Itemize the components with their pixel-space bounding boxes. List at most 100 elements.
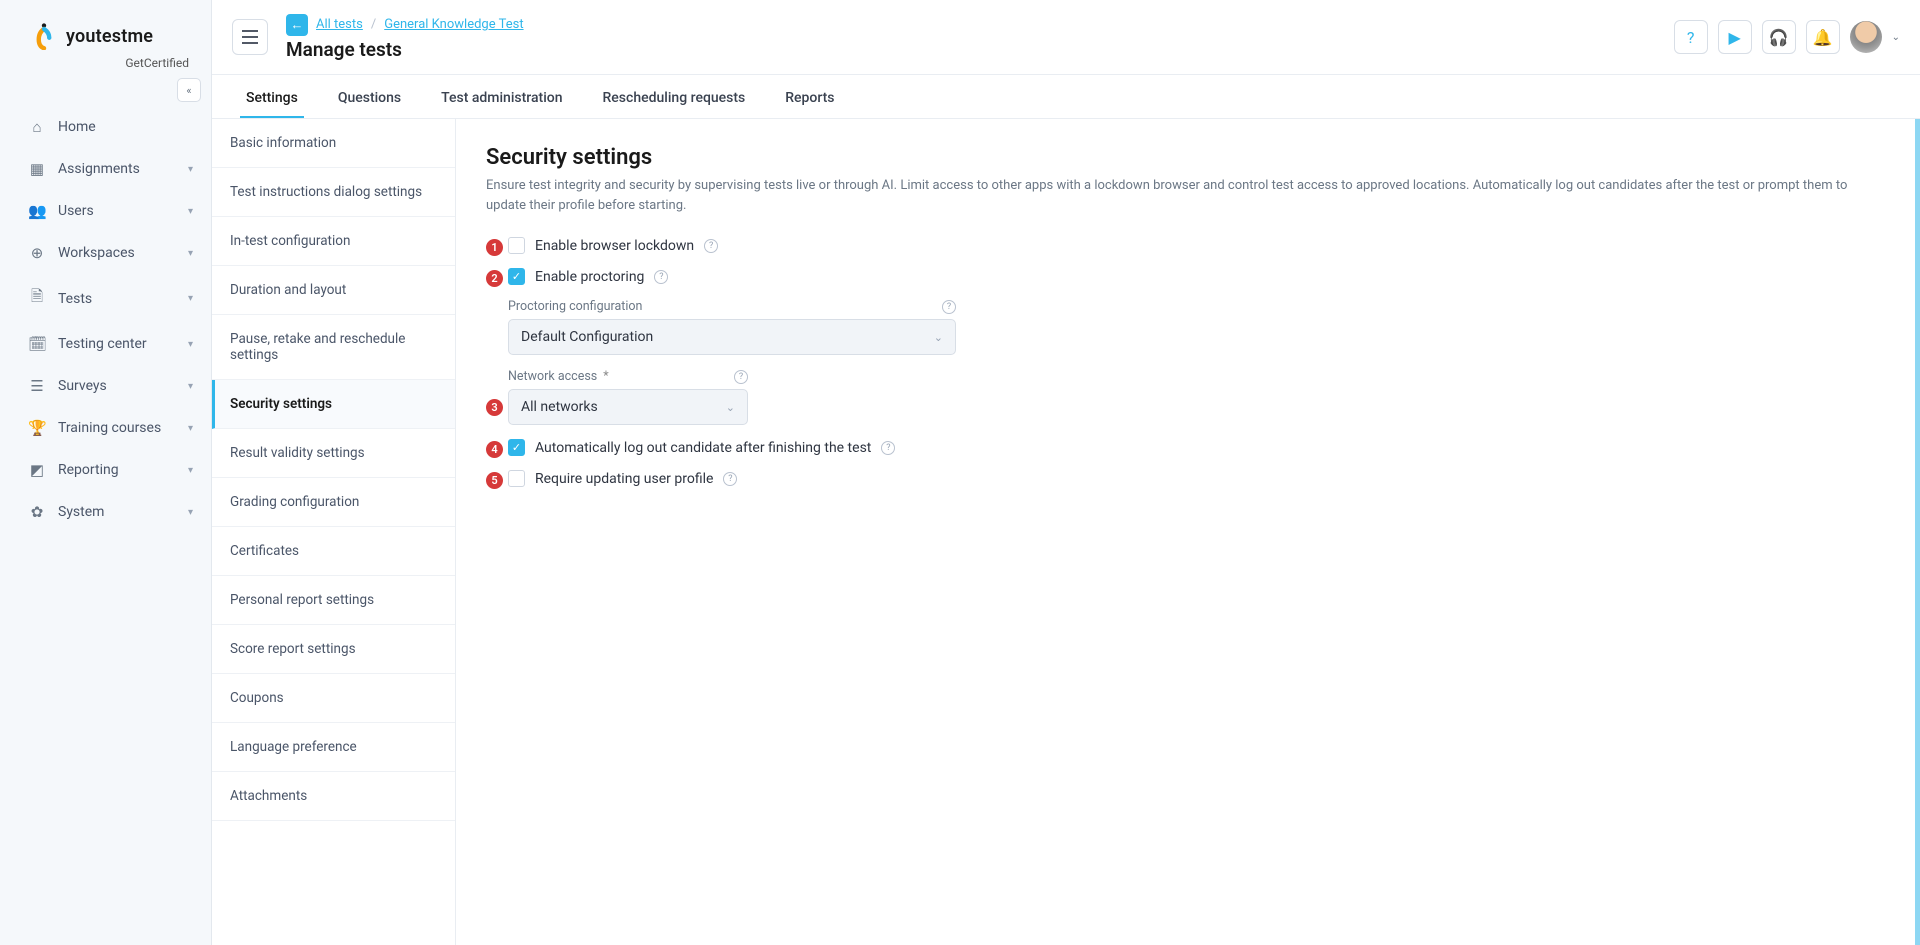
help-button[interactable]: ? <box>1674 20 1708 54</box>
tab-test-administration[interactable]: Test administration <box>435 78 568 118</box>
bell-icon: 🔔 <box>1813 28 1833 47</box>
chevron-down-icon: ▾ <box>188 248 193 259</box>
settings-basic-information[interactable]: Basic information <box>212 119 455 168</box>
checkbox-auto-logout[interactable]: ✓ <box>508 439 525 456</box>
settings-certificates[interactable]: Certificates <box>212 527 455 576</box>
header: ← All tests / General Knowledge Test Man… <box>212 0 1920 75</box>
select-network-access[interactable]: All networks ⌄ <box>508 389 748 425</box>
nav-reporting[interactable]: ◩Reporting▾ <box>0 449 211 491</box>
tab-settings[interactable]: Settings <box>240 78 304 118</box>
notifications-button[interactable]: 🔔 <box>1806 20 1840 54</box>
option-browser-lockdown: 1 Enable browser lockdown ? <box>486 237 1890 254</box>
tab-rescheduling-requests[interactable]: Rescheduling requests <box>597 78 752 118</box>
hamburger-icon <box>242 30 258 44</box>
testing-center-icon: 🗓 <box>28 335 46 353</box>
nav-tests[interactable]: 🗎Tests▾ <box>0 274 211 323</box>
step-badge-2: 2 <box>486 270 503 287</box>
scrollbar-thumb[interactable] <box>1915 119 1920 945</box>
nav-label: Assignments <box>58 161 140 177</box>
chevron-down-icon: ▾ <box>188 507 193 518</box>
nav-label: Workspaces <box>58 245 135 261</box>
network-access-group: Network access * ? 3 All networks ⌄ <box>486 369 1890 425</box>
help-icon[interactable]: ? <box>734 370 748 384</box>
nav-label: Tests <box>58 291 92 307</box>
nav-surveys[interactable]: ☰Surveys▾ <box>0 365 211 407</box>
sidebar: youtestme GetCertified « ⌂Home ▦Assignme… <box>0 0 212 945</box>
page-title: Manage tests <box>286 38 524 61</box>
nav-home[interactable]: ⌂ Home <box>0 106 211 148</box>
tab-questions[interactable]: Questions <box>332 78 407 118</box>
help-icon[interactable]: ? <box>942 300 956 314</box>
chevron-down-icon: ⌄ <box>726 401 735 414</box>
select-value: Default Configuration <box>521 329 653 345</box>
sidebar-collapse-button[interactable]: « <box>177 78 201 102</box>
brand-icon <box>30 22 58 50</box>
settings-duration-layout[interactable]: Duration and layout <box>212 266 455 315</box>
section-description: Ensure test integrity and security by su… <box>486 176 1866 215</box>
option-proctoring: 2 ✓ Enable proctoring ? <box>486 268 1890 285</box>
users-icon: 👥 <box>28 202 46 220</box>
step-badge-1: 1 <box>486 239 503 256</box>
settings-in-test-config[interactable]: In-test configuration <box>212 217 455 266</box>
settings-test-instructions[interactable]: Test instructions dialog settings <box>212 168 455 217</box>
settings-grading[interactable]: Grading configuration <box>212 478 455 527</box>
field-label-text: Proctoring configuration <box>508 299 642 314</box>
help-icon[interactable]: ? <box>704 239 718 253</box>
back-button[interactable]: ← <box>286 14 308 36</box>
support-button[interactable]: 🎧 <box>1762 20 1796 54</box>
nav-users[interactable]: 👥Users▾ <box>0 190 211 232</box>
avatar[interactable] <box>1850 21 1882 53</box>
field-label-text: Network access <box>508 369 597 384</box>
settings-score-report[interactable]: Score report settings <box>212 625 455 674</box>
required-indicator: * <box>603 369 608 384</box>
play-button[interactable]: ▶ <box>1718 20 1752 54</box>
help-icon[interactable]: ? <box>654 270 668 284</box>
nav-testing-center[interactable]: 🗓Testing center▾ <box>0 323 211 365</box>
avatar-menu-caret[interactable]: ⌄ <box>1892 32 1900 43</box>
logo: youtestme <box>0 0 211 60</box>
help-icon[interactable]: ? <box>881 441 895 455</box>
nav-label: Home <box>58 119 96 135</box>
settings-nav: Basic information Test instructions dial… <box>212 119 456 945</box>
nav-workspaces[interactable]: ⊕ Workspaces ▾ <box>0 232 211 274</box>
field-label: Network access * ? <box>508 369 748 384</box>
home-icon: ⌂ <box>28 118 46 136</box>
chevron-down-icon: ▾ <box>188 164 193 175</box>
checkbox-browser-lockdown[interactable] <box>508 237 525 254</box>
select-proctoring-config[interactable]: Default Configuration ⌄ <box>508 319 956 355</box>
step-badge-5: 5 <box>486 472 503 489</box>
assignments-icon: ▦ <box>28 160 46 178</box>
surveys-icon: ☰ <box>28 377 46 395</box>
settings-security[interactable]: Security settings <box>212 380 455 429</box>
option-label: Automatically log out candidate after fi… <box>535 440 871 456</box>
nav-system[interactable]: ✿System▾ <box>0 491 211 533</box>
chevron-down-icon: ▾ <box>188 206 193 217</box>
breadcrumb-link-current[interactable]: General Knowledge Test <box>384 17 523 32</box>
nav-assignments[interactable]: ▦ Assignments ▾ <box>0 148 211 190</box>
settings-result-validity[interactable]: Result validity settings <box>212 429 455 478</box>
breadcrumb-link-all-tests[interactable]: All tests <box>316 17 363 32</box>
nav-training-courses[interactable]: 🏆Training courses▾ <box>0 407 211 449</box>
step-badge-4: 4 <box>486 441 503 458</box>
workspaces-icon: ⊕ <box>28 244 46 262</box>
checkbox-proctoring[interactable]: ✓ <box>508 268 525 285</box>
menu-toggle-button[interactable] <box>232 19 268 55</box>
main-content: Security settings Ensure test integrity … <box>456 119 1920 945</box>
option-require-profile-update: 5 Require updating user profile ? <box>486 470 1890 487</box>
settings-coupons[interactable]: Coupons <box>212 674 455 723</box>
option-auto-logout: 4 ✓ Automatically log out candidate afte… <box>486 439 1890 456</box>
tab-reports[interactable]: Reports <box>779 78 840 118</box>
tests-icon: 🗎 <box>28 286 46 311</box>
option-label: Enable browser lockdown <box>535 238 694 254</box>
settings-personal-report[interactable]: Personal report settings <box>212 576 455 625</box>
settings-pause-retake[interactable]: Pause, retake and reschedule settings <box>212 315 455 380</box>
tabs: Settings Questions Test administration R… <box>212 75 1920 119</box>
settings-attachments[interactable]: Attachments <box>212 772 455 821</box>
help-icon[interactable]: ? <box>723 472 737 486</box>
play-icon: ▶ <box>1728 28 1740 47</box>
headset-icon: 🎧 <box>1769 28 1789 47</box>
settings-language[interactable]: Language preference <box>212 723 455 772</box>
checkbox-require-profile[interactable] <box>508 470 525 487</box>
breadcrumb-separator: / <box>371 17 376 32</box>
nav-label: System <box>58 504 104 520</box>
